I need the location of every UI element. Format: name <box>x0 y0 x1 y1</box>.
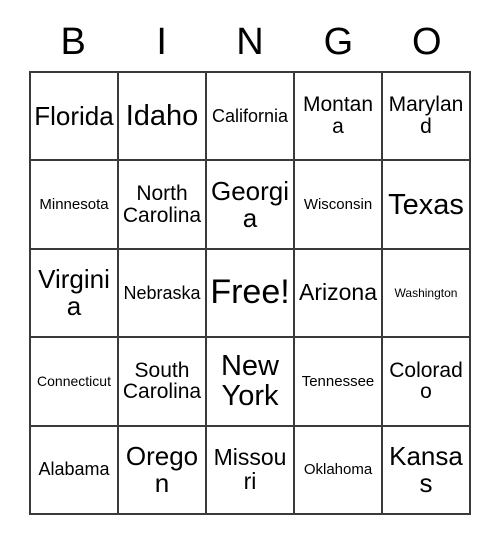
bingo-cell-label: California <box>211 105 289 126</box>
bingo-cell[interactable]: Minnesota <box>31 161 119 250</box>
bingo-cell-label: Idaho <box>125 100 199 133</box>
bingo-cell-label: Colorado <box>389 358 463 404</box>
bingo-cell[interactable]: Kansas <box>383 426 471 515</box>
bingo-cell[interactable]: Washington <box>383 249 471 339</box>
bingo-cell[interactable]: Maryland <box>383 73 471 162</box>
bingo-cell[interactable]: Oklahoma <box>295 426 383 515</box>
bingo-cell[interactable]: Tennessee <box>295 338 383 427</box>
bingo-header-letter-b: B <box>60 21 86 63</box>
bingo-cell[interactable]: Montana <box>295 73 383 162</box>
bingo-header-letter-o: O <box>412 21 442 63</box>
bingo-header-letter-i: I <box>156 21 167 63</box>
bingo-cell-label: Kansas <box>389 440 463 498</box>
bingo-header-letter-n: N <box>236 21 264 63</box>
bingo-grid: Florida Idaho California Montana Maryland Min… <box>29 71 471 515</box>
bingo-cell-label: South Carolina <box>122 358 202 404</box>
bingo-cell-label: New York <box>220 350 279 413</box>
bingo-cell[interactable]: Missouri <box>207 426 295 515</box>
bingo-cell[interactable]: Georgia <box>207 161 295 250</box>
bingo-cell-label: Florida <box>34 100 114 131</box>
bingo-cell-label: Oregon <box>125 440 199 498</box>
bingo-cell-label: Connecticut <box>37 373 111 390</box>
bingo-cell-label: Nebraska <box>123 282 201 303</box>
bingo-cell-label: Texas <box>388 188 464 221</box>
bingo-header: BINGO <box>29 16 471 68</box>
bingo-cell-label: Arizona <box>299 279 377 306</box>
bingo-cell-label: Virginia <box>38 263 110 321</box>
bingo-cell-label: Tennessee <box>301 372 375 390</box>
bingo-cell[interactable]: Wisconsin <box>295 161 383 250</box>
bingo-cell[interactable]: Florida <box>31 73 119 162</box>
bingo-cell[interactable]: Idaho <box>119 73 207 162</box>
bingo-cell-label: Free! <box>210 273 290 312</box>
bingo-header-letter-g: G <box>323 21 354 63</box>
bingo-cell[interactable]: Texas <box>383 161 471 250</box>
bingo-cell[interactable]: Colorado <box>383 338 471 427</box>
bingo-cell-label: Washington <box>394 285 458 300</box>
bingo-free-space[interactable]: Free! <box>207 249 295 339</box>
bingo-cell-label: Maryland <box>388 93 464 139</box>
bingo-cell-label: Alabama <box>38 459 110 480</box>
bingo-card: B I N G O Florida Idaho California Montana Maryl… <box>0 0 500 544</box>
bingo-cell[interactable]: Arizona <box>295 249 383 339</box>
bingo-cell-label: Montana <box>302 93 374 139</box>
bingo-cell-label: North Carolina <box>122 181 202 227</box>
bingo-cell[interactable]: California <box>207 73 295 162</box>
bingo-cell-label: Oklahoma <box>303 461 373 478</box>
bingo-cell[interactable]: Connecticut <box>31 338 119 427</box>
bingo-cell[interactable]: North Carolina <box>119 161 207 250</box>
bingo-cell[interactable]: Nebraska <box>119 249 207 339</box>
bingo-cell[interactable]: Virginia <box>31 249 119 339</box>
bingo-cell-label: Wisconsin <box>303 195 373 213</box>
bingo-cell-label: Missouri <box>213 443 287 494</box>
bingo-cell[interactable]: Alabama <box>31 426 119 515</box>
bingo-cell[interactable]: New York <box>207 338 295 427</box>
bingo-cell-label: Minnesota <box>39 195 109 213</box>
bingo-cell[interactable]: Oregon <box>119 426 207 515</box>
bingo-cell-label: Georgia <box>210 175 290 233</box>
bingo-cell[interactable]: South Carolina <box>119 338 207 427</box>
